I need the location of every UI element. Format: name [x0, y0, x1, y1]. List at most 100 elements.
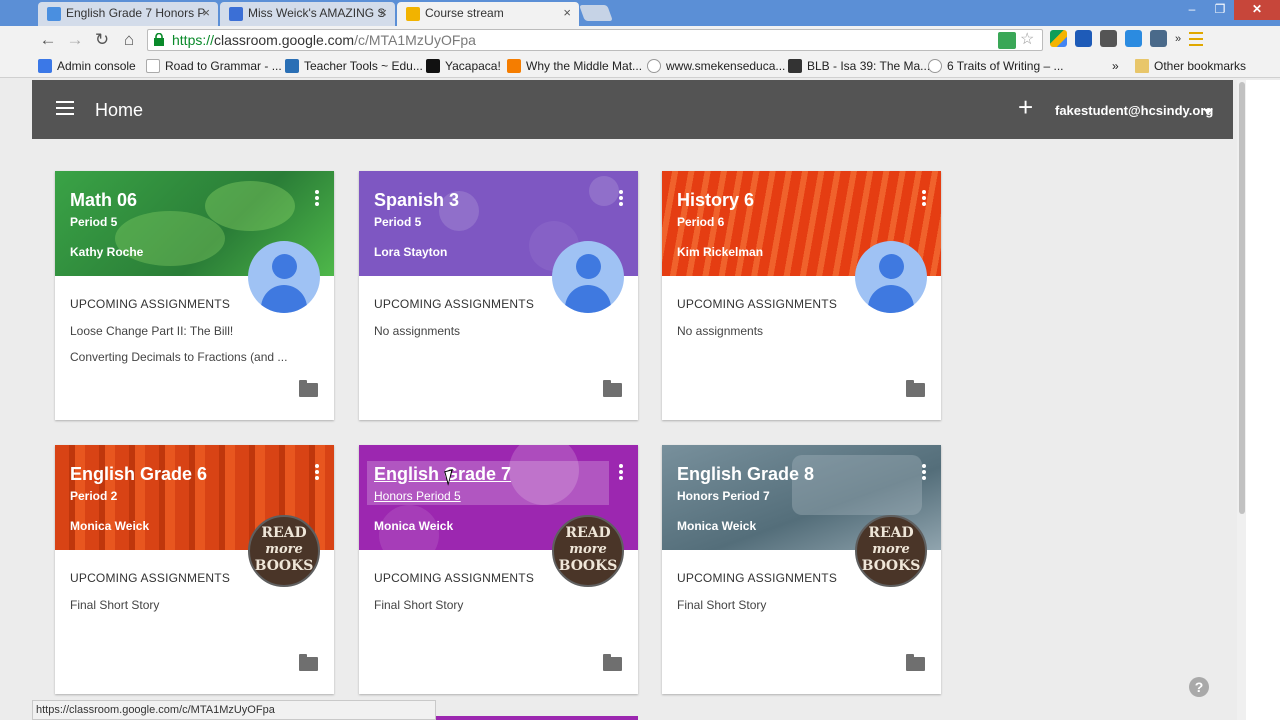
browser-tab-1[interactable]: English Grade 7 Honors P ×: [38, 2, 218, 26]
status-bar-url: https://classroom.google.com/c/MTA1MzUyO…: [32, 700, 436, 720]
scrollbar-thumb[interactable]: [1239, 82, 1245, 514]
assignment-link[interactable]: Loose Change Part II: The Bill!: [70, 324, 233, 338]
drive-favicon-icon: [47, 7, 61, 21]
right-margin: [1246, 80, 1280, 720]
account-email[interactable]: fakestudent@hcsindy.org: [1055, 103, 1213, 118]
bookmarks-overflow-icon[interactable]: »: [1112, 58, 1119, 74]
class-card-history-6[interactable]: History 6 Period 6 Kim Rickelman UPCOMIN…: [662, 171, 941, 420]
bookmark-smekens[interactable]: www.smekenseduca...: [647, 58, 785, 74]
restore-icon[interactable]: ❐: [1206, 0, 1234, 20]
bookmark-label: Other bookmarks: [1154, 59, 1247, 73]
class-card-english-grade-6[interactable]: English Grade 6 Period 2 Monica Weick RE…: [55, 445, 334, 694]
bookmarks-bar: Admin console Road to Grammar - ... Teac…: [0, 54, 1280, 78]
lock-icon: [154, 33, 164, 46]
bookmark-yacapaca[interactable]: Yacapaca!: [426, 58, 501, 74]
folder-icon[interactable]: [906, 380, 925, 397]
close-window-icon[interactable]: ✕: [1234, 0, 1280, 20]
folder-icon: [1135, 59, 1149, 73]
browser-tab-3[interactable]: Course stream ×: [397, 2, 579, 26]
new-tab-button[interactable]: [579, 5, 613, 21]
google-g-icon: [38, 59, 52, 73]
account-dropdown-icon[interactable]: [1203, 109, 1213, 114]
bookmark-label: BLB - Isa 39: The Ma...: [807, 59, 931, 73]
reload-icon[interactable]: ↻: [91, 29, 113, 51]
class-card-english-grade-8[interactable]: English Grade 8 Honors Period 7 Monica W…: [662, 445, 941, 694]
tool-extension-icon[interactable]: [1100, 30, 1117, 47]
class-title[interactable]: English Grade 7: [374, 464, 511, 485]
class-section: Honors Period 5: [374, 489, 461, 503]
chrome-menu-icon[interactable]: [1189, 31, 1204, 46]
teacher-name: Monica Weick: [374, 519, 454, 533]
upcoming-label: UPCOMING ASSIGNMENTS: [70, 571, 231, 585]
upcoming-label: UPCOMING ASSIGNMENTS: [374, 297, 535, 311]
site-icon: [285, 59, 299, 73]
bookmark-middle-math[interactable]: Why the Middle Mat...: [507, 58, 642, 74]
folder-icon[interactable]: [603, 380, 622, 397]
folder-icon[interactable]: [299, 380, 318, 397]
bookmark-blb[interactable]: BLB - Isa 39: The Ma...: [788, 58, 930, 74]
url-scheme: https://: [172, 32, 215, 48]
bookmark-admin-console[interactable]: Admin console: [38, 58, 136, 74]
upcoming-label: UPCOMING ASSIGNMENTS: [677, 297, 838, 311]
class-title[interactable]: English Grade 6: [70, 464, 207, 485]
close-tab-icon[interactable]: ×: [379, 2, 387, 24]
teacher-name: Lora Stayton: [374, 245, 448, 259]
bookmark-label: Yacapaca!: [445, 59, 501, 73]
class-section: Period 6: [677, 215, 725, 229]
more-vert-icon[interactable]: [311, 464, 323, 480]
close-tab-icon[interactable]: ×: [563, 2, 571, 24]
browser-tab-2[interactable]: Miss Weick's AMAZING S ×: [220, 2, 395, 26]
assignment-link[interactable]: Final Short Story: [677, 598, 766, 612]
assignment-link[interactable]: Final Short Story: [374, 598, 463, 612]
address-bar[interactable]: https://classroom.google.com/c/MTA1MzUyO…: [147, 29, 1043, 51]
adblock-icon[interactable]: [998, 32, 1016, 49]
star-bookmark-icon[interactable]: ☆: [1020, 32, 1038, 49]
more-vert-icon[interactable]: [615, 464, 627, 480]
hamburger-menu-icon[interactable]: [56, 101, 74, 115]
forward-arrow-icon[interactable]: →: [64, 29, 86, 51]
help-icon[interactable]: ?: [1189, 677, 1209, 697]
assignment-link[interactable]: Converting Decimals to Fractions (and ..…: [70, 350, 287, 364]
docs-favicon-icon: [229, 7, 243, 21]
bookmark-label: www.smekenseduca...: [666, 59, 786, 73]
class-section: Period 5: [374, 215, 422, 229]
bookmark-road-to-grammar[interactable]: Road to Grammar - ...: [146, 58, 282, 74]
folder-icon[interactable]: [299, 654, 318, 671]
assignment-empty: No assignments: [374, 324, 461, 338]
close-tab-icon[interactable]: ×: [202, 2, 210, 24]
class-card-math-06[interactable]: Math 06 Period 5 Kathy Roche UPCOMING AS…: [55, 171, 334, 420]
more-vert-icon[interactable]: [918, 190, 930, 206]
back-arrow-icon[interactable]: ←: [37, 29, 59, 51]
teacher-name: Kim Rickelman: [677, 245, 764, 259]
class-title[interactable]: History 6: [677, 190, 754, 211]
minimize-icon[interactable]: –: [1178, 0, 1206, 20]
screen-extension-icon[interactable]: [1150, 30, 1167, 47]
teacher-avatar: [248, 241, 320, 313]
class-card-spanish-3[interactable]: Spanish 3 Period 5 Lora Stayton UPCOMING…: [359, 171, 638, 420]
class-card-english-grade-7[interactable]: English Grade 7 Honors Period 5 Monica W…: [359, 445, 638, 694]
bookmark-label: Teacher Tools ~ Edu...: [304, 59, 423, 73]
class-section: Period 5: [70, 215, 118, 229]
class-title[interactable]: Spanish 3: [374, 190, 459, 211]
class-section: Honors Period 7: [677, 489, 770, 503]
y-extension-icon[interactable]: [1075, 30, 1092, 47]
extensions-overflow-icon[interactable]: »: [1175, 33, 1181, 45]
other-bookmarks[interactable]: Other bookmarks: [1135, 58, 1246, 74]
assignment-empty: No assignments: [677, 324, 764, 338]
home-icon[interactable]: ⌂: [118, 29, 140, 51]
d-extension-icon[interactable]: [1125, 30, 1142, 47]
class-title[interactable]: English Grade 8: [677, 464, 814, 485]
drive-extension-icon[interactable]: [1050, 30, 1067, 47]
class-title[interactable]: Math 06: [70, 190, 137, 211]
bookmark-six-traits[interactable]: 6 Traits of Writing – ...: [928, 58, 1063, 74]
folder-icon[interactable]: [906, 654, 925, 671]
bookmark-teacher-tools[interactable]: Teacher Tools ~ Edu...: [285, 58, 423, 74]
more-vert-icon[interactable]: [311, 190, 323, 206]
more-vert-icon[interactable]: [918, 464, 930, 480]
assignment-link[interactable]: Final Short Story: [70, 598, 159, 612]
upcoming-label: UPCOMING ASSIGNMENTS: [677, 571, 838, 585]
more-vert-icon[interactable]: [615, 190, 627, 206]
yacapaca-icon: [426, 59, 440, 73]
folder-icon[interactable]: [603, 654, 622, 671]
add-class-icon[interactable]: +: [1018, 94, 1033, 120]
